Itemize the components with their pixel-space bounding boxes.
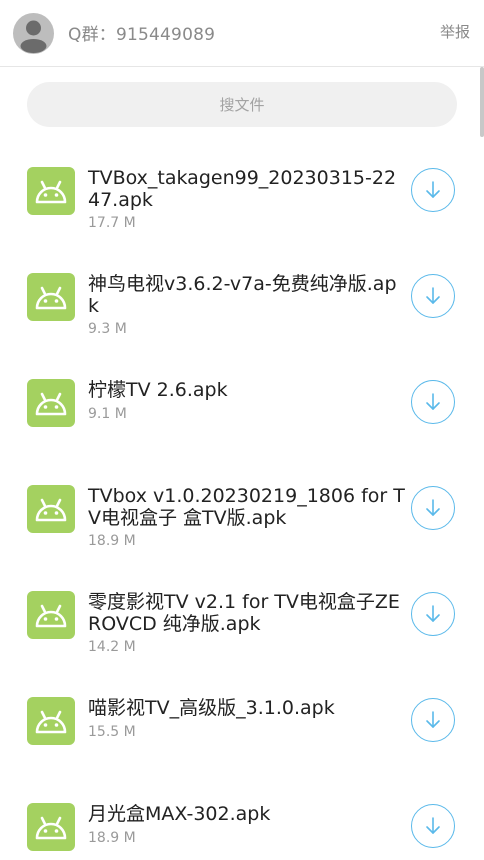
android-icon (27, 379, 75, 427)
arrow-down-icon (426, 287, 440, 304)
file-size: 17.7 M (88, 215, 136, 231)
arrow-down-icon (426, 181, 440, 198)
download-button[interactable] (411, 380, 455, 424)
download-button[interactable] (411, 592, 455, 636)
android-icon (27, 167, 75, 215)
arrow-down-icon (426, 817, 440, 834)
download-button[interactable] (411, 804, 455, 848)
file-size: 9.3 M (88, 321, 127, 337)
arrow-down-icon (426, 499, 440, 516)
file-name: 月光盒MAX-302.apk (88, 803, 271, 825)
android-icon (27, 697, 75, 745)
download-button[interactable] (411, 168, 455, 212)
file-size: 18.9 M (88, 830, 136, 846)
arrow-down-icon (426, 711, 440, 728)
file-name: 零度影视TV v2.1 for TV电视盒子ZEROVCD 纯净版.apk (88, 591, 400, 635)
file-list-item[interactable]: 神鸟电视v3.6.2-v7a-免费纯净版.apk 9.3 M (0, 255, 484, 355)
file-name: 神鸟电视v3.6.2-v7a-免费纯净版.apk (88, 273, 397, 317)
file-list-item[interactable]: 柠檬TV 2.6.apk 9.1 M (0, 361, 484, 461)
search-input[interactable]: 搜文件 (27, 82, 457, 127)
search-placeholder: 搜文件 (219, 96, 265, 114)
file-name: 喵影视TV_高级版_3.1.0.apk (88, 697, 335, 719)
download-button[interactable] (411, 698, 455, 742)
arrow-down-icon (426, 605, 440, 622)
file-share-page: Q群：915449089 举报 搜文件 TVBox_takagen99_2023… (0, 0, 484, 860)
file-size: 14.2 M (88, 639, 136, 655)
android-icon (27, 803, 75, 851)
file-list-item[interactable]: 零度影视TV v2.1 for TV电视盒子ZEROVCD 纯净版.apk 14… (0, 573, 484, 673)
android-icon (27, 591, 75, 639)
avatar[interactable] (13, 13, 54, 54)
download-button[interactable] (411, 486, 455, 530)
scrollbar[interactable] (480, 67, 484, 137)
group-number-label: Q群：915449089 (68, 25, 216, 45)
header-bar: Q群：915449089 举报 (0, 0, 484, 67)
file-list-item[interactable]: TVbox v1.0.20230219_1806 for TV电视盒子 盒TV版… (0, 467, 484, 567)
file-list-item[interactable]: 喵影视TV_高级版_3.1.0.apk 15.5 M (0, 679, 484, 779)
user-icon (20, 20, 47, 53)
file-list-item[interactable]: 月光盒MAX-302.apk 18.9 M (0, 785, 484, 860)
file-name: TVbox v1.0.20230219_1806 for TV电视盒子 盒TV版… (88, 485, 405, 529)
arrow-down-icon (426, 393, 440, 410)
file-size: 9.1 M (88, 406, 127, 422)
download-button[interactable] (411, 274, 455, 318)
file-name: TVBox_takagen99_20230315-2247.apk (88, 167, 397, 211)
android-icon (27, 273, 75, 321)
file-list-item[interactable]: TVBox_takagen99_20230315-2247.apk 17.7 M (0, 149, 484, 249)
file-size: 15.5 M (88, 724, 136, 740)
file-size: 18.9 M (88, 533, 136, 549)
report-link[interactable]: 举报 (440, 21, 470, 42)
android-icon (27, 485, 75, 533)
file-name: 柠檬TV 2.6.apk (88, 379, 228, 401)
